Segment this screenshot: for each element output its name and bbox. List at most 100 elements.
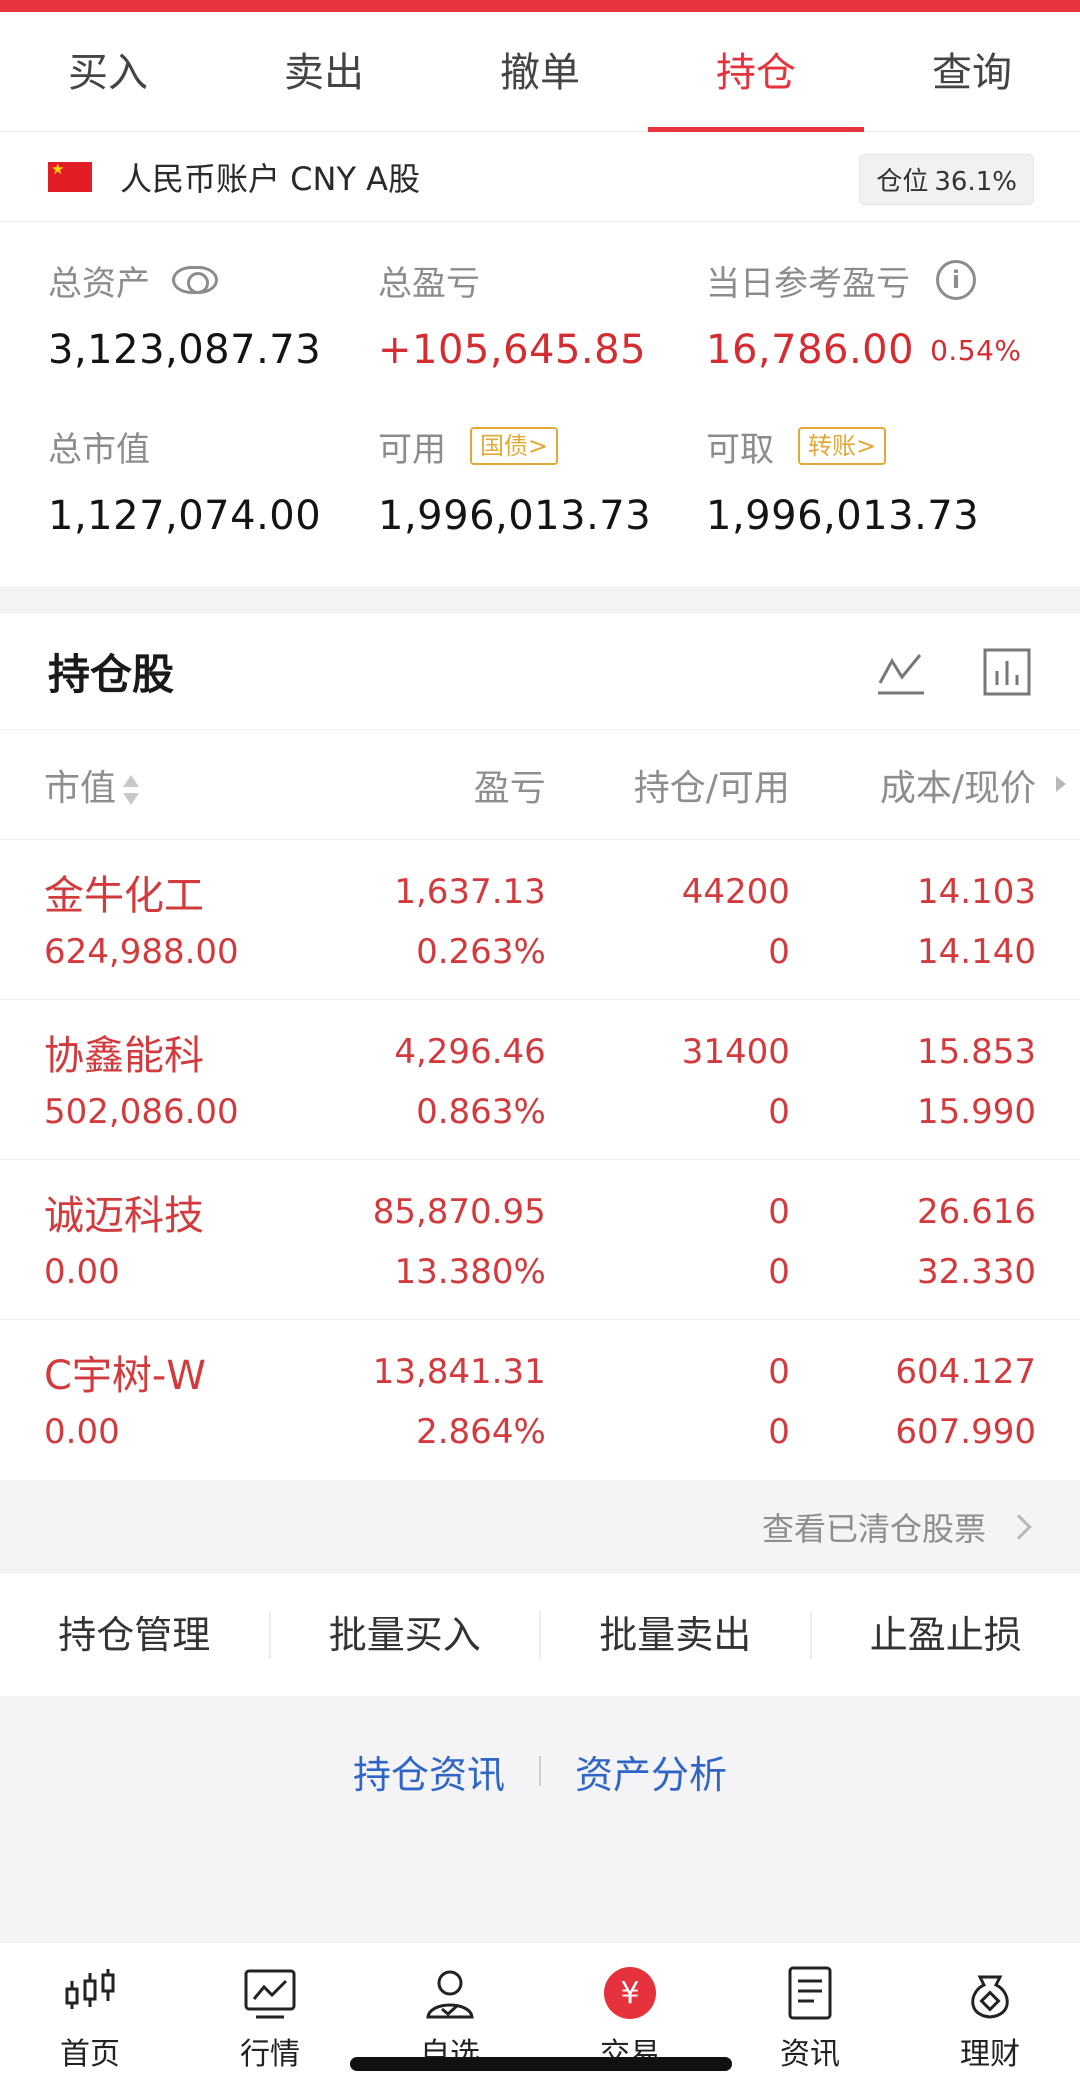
market-value-value: 1,127,074.00	[48, 493, 322, 539]
tab-sell[interactable]: 卖出	[216, 12, 432, 131]
col-pl[interactable]: 盈亏	[332, 759, 546, 811]
stock-price: 607.990	[895, 1412, 1036, 1452]
table-row[interactable]: 金牛化工 1,637.13 44200 14.103 624,988.00 0.…	[0, 840, 1080, 1000]
col-cost-price[interactable]: 成本/现价	[790, 759, 1036, 811]
stock-pl: 13,841.31	[372, 1352, 546, 1392]
candlestick-icon	[65, 1969, 115, 2009]
stock-name: 协鑫能科	[44, 1033, 204, 1079]
withdrawable-value: 1,996,013.73	[706, 493, 980, 539]
stock-pl: 85,870.95	[372, 1192, 546, 1232]
table-row[interactable]: 诚迈科技 85,870.95 0 26.616 0.00 13.380% 0 3…	[0, 1160, 1080, 1320]
tab-cancel[interactable]: 撤单	[432, 12, 648, 131]
position-value: 36.1%	[934, 167, 1017, 197]
stock-market-value: 0.00	[44, 1412, 120, 1452]
stock-position: 31400	[681, 1032, 790, 1072]
china-flag-icon	[48, 160, 92, 192]
stock-price: 14.140	[917, 932, 1036, 972]
stock-cost: 604.127	[895, 1352, 1036, 1392]
daily-pl-value: 16,786.00	[706, 327, 915, 373]
user-check-icon	[426, 1970, 474, 2019]
holdings-column-header: 市值 盈亏 持仓/可用 成本/现价	[0, 730, 1080, 840]
stock-name: C宇树-W	[44, 1353, 206, 1399]
stock-position: 0	[768, 1192, 790, 1232]
info-links: 持仓资讯 资产分析	[0, 1696, 1080, 1846]
stock-pl-pct: 0.863%	[416, 1092, 546, 1132]
bar-chart-icon[interactable]	[982, 647, 1032, 697]
available-value: 1,996,013.73	[378, 493, 652, 539]
stock-available: 0	[768, 1412, 790, 1452]
nav-wealth[interactable]: 理财	[900, 1965, 1080, 2093]
yuan-coin-icon: ¥	[604, 1967, 656, 2019]
stop-profit-loss-button[interactable]: 止盈止损	[812, 1611, 1080, 1659]
tab-holdings[interactable]: 持仓	[648, 12, 864, 132]
col-position[interactable]: 持仓/可用	[546, 759, 790, 811]
nav-news-label: 资讯	[780, 2037, 840, 2072]
stock-price: 32.330	[917, 1252, 1036, 1292]
stock-position: 44200	[681, 872, 790, 912]
cleared-link-label: 查看已清仓股票	[761, 1510, 986, 1548]
total-pl-value: +105,645.85	[378, 327, 647, 373]
sort-market-value[interactable]: 市值	[44, 759, 332, 811]
holdings-section: 持仓股 市值 盈亏 持仓/可用 成本/现价 金牛化工 1,637.13 4420…	[0, 614, 1080, 1480]
market-value-label: 总市值	[48, 429, 150, 470]
withdrawable-label: 可取	[706, 429, 774, 470]
account-bar[interactable]: 人民币账户 CNY A股 仓位36.1%	[0, 132, 1080, 222]
daily-pl-pct: 0.54%	[930, 333, 1022, 367]
tab-query[interactable]: 查询	[864, 12, 1080, 131]
holdings-title: 持仓股	[48, 650, 175, 699]
total-assets-label: 总资产	[48, 263, 150, 304]
holdings-actions: 持仓管理 批量买入 批量卖出 止盈止损	[0, 1574, 1080, 1696]
transfer-tag[interactable]: 转账>	[798, 427, 887, 465]
nav-news[interactable]: 资讯	[720, 1965, 900, 2093]
col-market-value: 市值	[44, 767, 117, 809]
nav-market[interactable]: 行情	[180, 1965, 360, 2093]
view-cleared-stocks-link[interactable]: 查看已清仓股票	[0, 1480, 1080, 1574]
manage-holdings-button[interactable]: 持仓管理	[0, 1611, 271, 1659]
stock-name: 金牛化工	[44, 873, 204, 919]
total-assets-value: 3,123,087.73	[48, 327, 322, 373]
table-row[interactable]: C宇树-W 13,841.31 0 604.127 0.00 2.864% 0 …	[0, 1320, 1080, 1480]
asset-summary: 总资产 3,123,087.73 总盈亏 +105,645.85 当日参考盈亏 i…	[0, 222, 1080, 586]
nav-wealth-label: 理财	[960, 2037, 1020, 2072]
scroll-right-icon[interactable]	[1056, 776, 1066, 792]
eye-icon[interactable]	[172, 266, 218, 294]
tab-buy[interactable]: 买入	[0, 12, 216, 131]
batch-sell-button[interactable]: 批量卖出	[541, 1611, 812, 1659]
stock-market-value: 624,988.00	[44, 932, 239, 972]
available-label: 可用	[378, 429, 446, 470]
table-row[interactable]: 协鑫能科 4,296.46 31400 15.853 502,086.00 0.…	[0, 1000, 1080, 1160]
nav-home[interactable]: 首页	[0, 1965, 180, 2093]
stock-position: 0	[768, 1352, 790, 1392]
nav-home-label: 首页	[60, 2037, 120, 2072]
nav-trade[interactable]: ¥ 交易	[540, 1965, 720, 2093]
total-pl-label: 总盈亏	[378, 263, 480, 304]
trade-tabs: 买入 卖出 撤单 持仓 查询	[0, 12, 1080, 132]
nav-watchlist[interactable]: 自选	[360, 1965, 540, 2093]
holdings-news-link[interactable]: 持仓资讯	[353, 1744, 505, 1799]
document-icon	[788, 1966, 832, 2020]
link-divider	[539, 1756, 541, 1786]
stock-market-value: 502,086.00	[44, 1092, 239, 1132]
treasury-bond-tag[interactable]: 国债>	[470, 427, 559, 465]
info-icon[interactable]: i	[936, 260, 976, 300]
trend-line-icon[interactable]	[876, 647, 926, 697]
stock-cost: 14.103	[917, 872, 1036, 912]
stock-available: 0	[768, 1092, 790, 1132]
batch-buy-button[interactable]: 批量买入	[271, 1611, 541, 1659]
asset-analysis-link[interactable]: 资产分析	[575, 1744, 727, 1799]
stock-pl: 4,296.46	[394, 1032, 546, 1072]
home-indicator[interactable]	[350, 2057, 732, 2071]
stock-cost: 15.853	[917, 1032, 1036, 1072]
stock-pl-pct: 2.864%	[416, 1412, 546, 1452]
daily-pl-label: 当日参考盈亏	[706, 263, 910, 304]
section-gap	[0, 586, 1080, 614]
top-accent-bar	[0, 0, 1080, 12]
stock-available: 0	[768, 1252, 790, 1292]
stock-price: 15.990	[917, 1092, 1036, 1132]
position-label: 仓位	[876, 167, 929, 197]
stock-pl-pct: 0.263%	[416, 932, 546, 972]
stock-name: 诚迈科技	[44, 1193, 204, 1239]
position-ratio-badge[interactable]: 仓位 36.1%	[859, 154, 1034, 205]
market-chart-icon	[244, 1969, 296, 2019]
account-name: 人民币账户 CNY A股	[120, 159, 421, 198]
